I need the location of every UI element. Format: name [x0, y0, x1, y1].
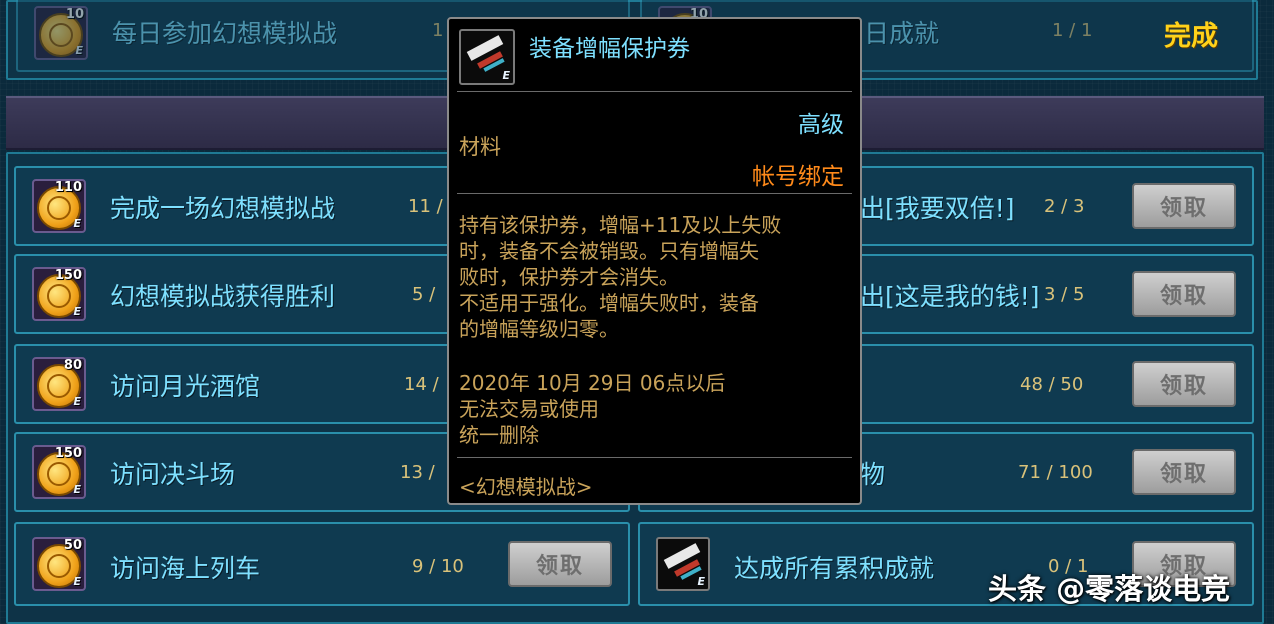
reward-coin-icon: 150 E	[32, 267, 86, 321]
task-progress: 2 / 3	[1044, 196, 1085, 217]
task-progress: 1	[432, 20, 444, 41]
expiry-line: 2020年 10月 29日 06点以后	[459, 371, 726, 395]
desc-line: 持有该保护券，增幅+11及以上失败	[459, 213, 782, 237]
claim-button[interactable]: 领取	[1132, 271, 1236, 317]
claim-button[interactable]: 领取	[1132, 361, 1236, 407]
task-label: 达成所有累积成就	[734, 554, 935, 583]
task-label: 访问海上列车	[110, 554, 261, 583]
desc-line: 不适用于强化。增幅失败时，装备	[459, 291, 759, 315]
desc-line: 时，装备不会被销毁。只有增幅失	[459, 239, 759, 263]
claim-button[interactable]: 领取	[1132, 183, 1236, 229]
expiry-line: 无法交易或使用	[459, 397, 599, 421]
claim-button[interactable]: 领取	[508, 541, 612, 587]
task-label: 幻想模拟战获得胜利	[110, 282, 336, 311]
reward-coin-icon: 80 E	[32, 357, 86, 411]
task-label: 出[我要双倍!]	[860, 194, 1015, 223]
protection-ticket-icon: E	[459, 29, 515, 85]
reward-coin-icon: 10E	[34, 6, 88, 60]
bind-status: 帐号绑定	[752, 164, 844, 190]
divider	[457, 193, 852, 194]
desc-line: 败时，保护券才会消失。	[459, 265, 679, 289]
task-label: 出[这是我的钱!]	[860, 282, 1040, 311]
task-progress: 71 / 100	[1018, 462, 1093, 483]
task-progress: 13 /	[400, 462, 435, 483]
desc-line: 的增幅等级归零。	[459, 317, 619, 341]
task-progress: 3 / 5	[1044, 284, 1085, 305]
expiry-line: 统一删除	[459, 423, 539, 447]
protection-ticket-icon: E	[656, 537, 710, 591]
reward-coin-icon: 150 E	[32, 445, 86, 499]
task-progress: 11 /	[408, 196, 443, 217]
complete-status: 完成	[1164, 21, 1218, 52]
item-grade: 高级	[798, 112, 844, 138]
task-progress: 9 / 10	[412, 556, 464, 577]
task-progress: 5 /	[412, 284, 436, 305]
item-type: 材料	[459, 135, 501, 159]
item-tooltip: E 装备增幅保护券 高级 材料 帐号绑定 持有该保护券，增幅+11及以上失败 时…	[447, 17, 862, 505]
item-title: 装备增幅保护券	[529, 36, 690, 62]
task-label: 日成就	[864, 19, 940, 48]
claim-button[interactable]: 领取	[1132, 449, 1236, 495]
task-label: 完成一场幻想模拟战	[110, 194, 336, 223]
task-label: 每日参加幻想模拟战	[112, 19, 338, 48]
task-progress: 48 / 50	[1020, 374, 1084, 395]
item-source: <幻想模拟战>	[459, 475, 593, 499]
divider	[457, 457, 852, 458]
watermark: 头条 @零落谈电竞	[988, 572, 1231, 606]
task-progress: 14 /	[404, 374, 439, 395]
task-label: 访问决斗场	[110, 460, 236, 489]
task-label: 访问月光酒馆	[110, 372, 261, 401]
reward-coin-icon: 50 E	[32, 537, 86, 591]
divider	[457, 91, 852, 92]
task-cell: 50 E 访问海上列车 9 / 10 领取	[14, 522, 630, 606]
task-label: 物	[860, 460, 886, 489]
reward-coin-icon: 110 E	[32, 179, 86, 233]
task-progress: 1 / 1	[1052, 20, 1093, 41]
